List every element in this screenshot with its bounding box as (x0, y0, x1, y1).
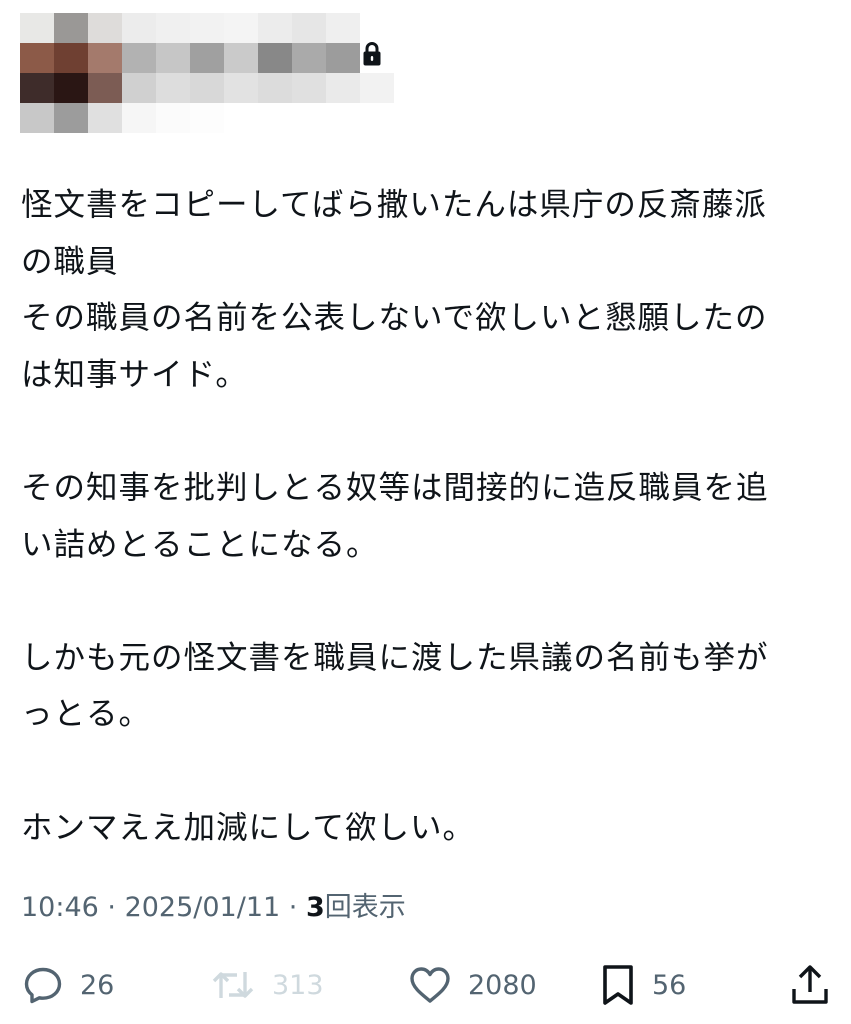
retweet-button[interactable]: 313 (210, 955, 324, 1015)
pixel-block (360, 73, 394, 103)
bookmark-button[interactable]: 56 (600, 955, 686, 1015)
share-button[interactable] (790, 955, 830, 1015)
pixel-block (224, 73, 258, 103)
pixel-block (122, 43, 156, 73)
pixel-block (88, 43, 122, 73)
retweet-icon (212, 972, 254, 998)
pixel-block (54, 43, 88, 73)
pixel-block (190, 103, 224, 133)
pixel-block (156, 13, 190, 43)
pixel-block (292, 73, 326, 103)
pixel-block (360, 13, 394, 43)
pixel-block (224, 43, 258, 73)
views-label: 回表示 (324, 892, 406, 923)
meta-separator: · (280, 892, 306, 923)
reply-count: 26 (80, 969, 115, 1001)
pixel-block (326, 73, 360, 103)
author-header-censored[interactable] (20, 13, 394, 133)
pixel-block (54, 13, 88, 43)
pixel-block (258, 43, 292, 73)
pixel-block (122, 13, 156, 43)
pixel-block (20, 43, 54, 73)
pixel-block (326, 103, 360, 133)
pixelated-avatar-and-name (20, 13, 394, 133)
pixel-block (122, 73, 156, 103)
pixel-block (88, 73, 122, 103)
pixel-block (20, 13, 54, 43)
pixel-block (258, 13, 292, 43)
reply-icon (24, 967, 62, 1004)
pixel-block (326, 13, 360, 43)
tweet-text: 怪文書をコピーしてばら撒いたんは県庁の反斎藤派 の職員 その職員の名前を公表しな… (21, 187, 769, 846)
tweet-action-bar: 26 313 2080 56 (0, 955, 851, 1015)
pixel-block (190, 73, 224, 103)
pixel-block (54, 103, 88, 133)
reply-button[interactable]: 26 (22, 955, 114, 1015)
pixel-block (156, 43, 190, 73)
tweet-time[interactable]: 10:46 (21, 892, 99, 923)
pixel-block (190, 43, 224, 73)
pixel-block (88, 13, 122, 43)
views-count: 3 (305, 892, 325, 923)
pixel-block (258, 73, 292, 103)
pixel-block (88, 103, 122, 133)
pixel-block (360, 103, 394, 133)
pixel-block (292, 43, 326, 73)
pixel-block (292, 13, 326, 43)
retweet-count: 313 (272, 969, 324, 1001)
pixel-block (156, 103, 190, 133)
pixel-block (54, 73, 88, 103)
tweet-meta: 10:46 · 2025/01/11 · 3回表示 (21, 888, 406, 928)
share-icon (792, 965, 828, 1004)
pixel-block (224, 13, 258, 43)
meta-separator: · (98, 892, 125, 923)
bookmark-count: 56 (652, 969, 687, 1001)
pixel-block (20, 73, 54, 103)
tweet-date[interactable]: 2025/01/11 (125, 892, 281, 923)
pixel-block (326, 43, 360, 73)
pixel-block (190, 13, 224, 43)
bookmark-icon (603, 965, 633, 1005)
pixel-block (224, 103, 258, 133)
heart-icon (410, 967, 450, 1003)
pixel-block (156, 73, 190, 103)
lock-icon (363, 42, 381, 66)
pixel-block (292, 103, 326, 133)
like-count: 2080 (468, 969, 537, 1001)
like-button[interactable]: 2080 (408, 955, 537, 1015)
pixel-block (258, 103, 292, 133)
pixel-block (122, 103, 156, 133)
pixel-block (20, 103, 54, 133)
